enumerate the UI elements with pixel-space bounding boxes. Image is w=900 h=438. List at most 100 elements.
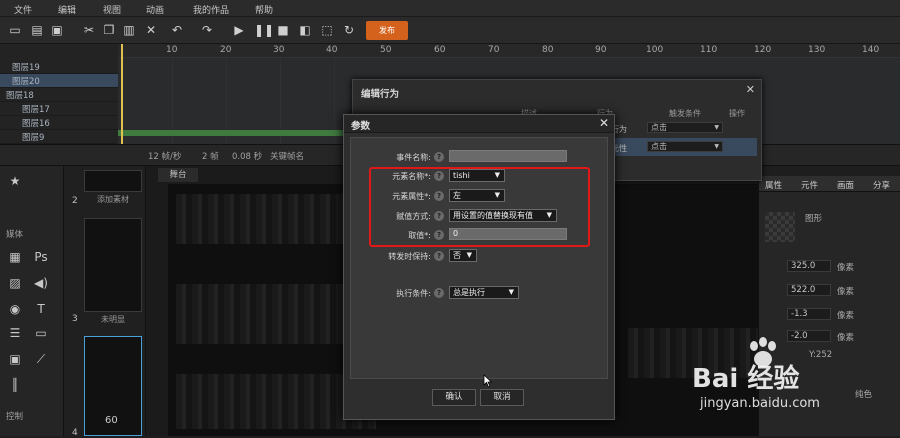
keyframe-bar[interactable]	[118, 130, 348, 136]
pause-icon[interactable]: ❚❚	[254, 23, 274, 37]
unit-label: 像素	[837, 287, 855, 297]
left-toolbox: ★ 媒体 ▦ Ps ▨ ◀) ◉ T ☰ ▭ ▣ ⟋ ║ 控制	[0, 166, 64, 436]
ruler-tick: 80	[542, 45, 554, 55]
page-thumbnails: 2 添加素材 3 未明显 60 4	[64, 166, 146, 438]
trigger-select[interactable]: 点击 ▼	[647, 141, 723, 152]
play-icon[interactable]: ▶	[232, 23, 246, 37]
layer-row[interactable]: 图层17	[0, 102, 118, 116]
unit-label: 像素	[837, 311, 855, 321]
event-name-label: 事件名称:	[396, 153, 431, 162]
fps-readout: 12 帧/秒	[148, 152, 182, 162]
page-thumbnail[interactable]	[84, 170, 142, 192]
page-number: 2	[72, 196, 78, 206]
delete-icon[interactable]: ✕	[144, 23, 158, 37]
list-icon[interactable]: ☰	[8, 326, 22, 340]
page-caption: 添加素材	[97, 195, 129, 204]
ruler-tick: 30	[273, 45, 285, 55]
ruler-tick: 120	[754, 45, 772, 55]
paste-icon[interactable]: ▥	[122, 23, 136, 37]
new-file-icon[interactable]: ▭	[8, 23, 22, 37]
tab-share[interactable]: 分享	[873, 179, 890, 191]
highlight-box	[369, 167, 590, 247]
media-section-label: 媒体	[6, 230, 24, 240]
keep-on-forward-label: 转发时保持:	[388, 252, 431, 261]
condition-select[interactable]: 总是执行 ▼	[449, 286, 519, 299]
layer-row[interactable]: 图层19	[0, 60, 118, 74]
close-icon[interactable]: ✕	[599, 116, 609, 130]
watermark-url: jingyan.baidu.com	[700, 396, 820, 411]
image-preview[interactable]	[765, 212, 795, 242]
image-icon[interactable]: ▨	[8, 276, 22, 290]
barcode-icon[interactable]: ║	[8, 378, 22, 392]
stop-icon[interactable]: ■	[276, 23, 290, 37]
menu-help[interactable]: 帮助	[255, 3, 273, 16]
shape-icon[interactable]: ◉	[8, 302, 22, 316]
layer-row[interactable]: 图层16	[0, 116, 118, 130]
tab-stage[interactable]: 舞台	[158, 168, 198, 182]
star-icon[interactable]: ★	[8, 174, 22, 188]
time-readout: 0.08 秒	[232, 152, 263, 162]
page-number: 3	[72, 314, 78, 324]
copy-icon[interactable]: ❐	[102, 23, 116, 37]
undo-icon[interactable]: ↶	[170, 23, 184, 37]
preview-icon[interactable]: ◧	[298, 23, 312, 37]
layer-row[interactable]: 图层9	[0, 130, 118, 144]
help-icon[interactable]: ?	[434, 251, 444, 261]
menu-my-works[interactable]: 我的作品	[193, 3, 229, 16]
frame-readout: 2 帧	[202, 152, 219, 162]
mouse-cursor-icon	[483, 374, 493, 388]
menu-bar: 文件 编辑 视图 动画 我的作品 帮助	[0, 0, 900, 17]
tab-components[interactable]: 元件	[801, 179, 818, 191]
menu-edit[interactable]: 编辑	[58, 3, 76, 16]
dialog-title: 参数	[351, 121, 371, 132]
help-icon[interactable]: ?	[434, 288, 444, 298]
menu-animation[interactable]: 动画	[146, 3, 164, 16]
save-icon[interactable]: ▣	[50, 23, 64, 37]
redo-icon[interactable]: ↷	[200, 23, 214, 37]
page-thumbnail-selected[interactable]: 60	[84, 336, 142, 436]
menu-view[interactable]: 视图	[103, 3, 121, 16]
control-section-label: 控制	[6, 412, 24, 422]
cut-icon[interactable]: ✂	[82, 23, 96, 37]
parameters-dialog: 参数 ✕ 事件名称: ? 元素名称*: ? tishi ▼ 元素属性*: ? 左 ▼…	[343, 114, 615, 420]
keyframe-name-label: 关键帧名	[270, 152, 305, 162]
tab-properties[interactable]: 属性	[765, 179, 782, 191]
layer-row[interactable]: 图层20	[0, 74, 118, 88]
height-field[interactable]: 522.0	[787, 284, 831, 296]
text-icon[interactable]: T	[34, 302, 48, 316]
ruler-tick: 40	[326, 45, 338, 55]
playhead[interactable]	[121, 44, 123, 144]
keep-on-forward-select[interactable]: 否 ▼	[449, 249, 477, 262]
ruler-tick: 20	[220, 45, 232, 55]
properties-tabs: 属性 元件 画面 分享	[759, 176, 900, 192]
page-number: 4	[72, 428, 78, 438]
watermark-logo: Bai 经验	[692, 364, 800, 394]
menu-file[interactable]: 文件	[14, 3, 32, 16]
tab-scenes[interactable]: 画面	[837, 179, 854, 191]
export-icon[interactable]: ⬚	[320, 23, 334, 37]
share-icon[interactable]: ↻	[342, 23, 356, 37]
close-icon[interactable]: ✕	[746, 83, 755, 96]
photoshop-icon[interactable]: Ps	[34, 250, 48, 264]
event-name-input[interactable]	[449, 150, 567, 162]
widget-icon[interactable]: ▣	[8, 352, 22, 366]
help-icon[interactable]: ?	[434, 152, 444, 162]
ruler-tick: 110	[700, 45, 718, 55]
ruler-tick: 100	[646, 45, 664, 55]
audio-icon[interactable]: ◀)	[34, 276, 48, 290]
cancel-button[interactable]: 取消	[480, 389, 524, 406]
open-folder-icon[interactable]: ▤	[30, 23, 44, 37]
width-field[interactable]: 325.0	[787, 260, 831, 272]
ruler-tick: 90	[595, 45, 607, 55]
page-thumbnail[interactable]	[84, 218, 142, 312]
publish-button[interactable]: 发布	[366, 21, 408, 40]
chart-icon[interactable]: ⟋	[34, 352, 48, 366]
trigger-select[interactable]: 点击 ▼	[647, 122, 723, 133]
slide-icon[interactable]: ▭	[34, 326, 48, 340]
layer-row[interactable]: 图层18	[0, 88, 118, 102]
ruler-tick: 50	[380, 45, 392, 55]
x-field[interactable]: -1.3	[787, 308, 831, 320]
confirm-button[interactable]: 确认	[432, 389, 476, 406]
grid-icon[interactable]: ▦	[8, 250, 22, 264]
baidu-watermark: Bai 经验 jingyan.baidu.com	[690, 336, 900, 436]
